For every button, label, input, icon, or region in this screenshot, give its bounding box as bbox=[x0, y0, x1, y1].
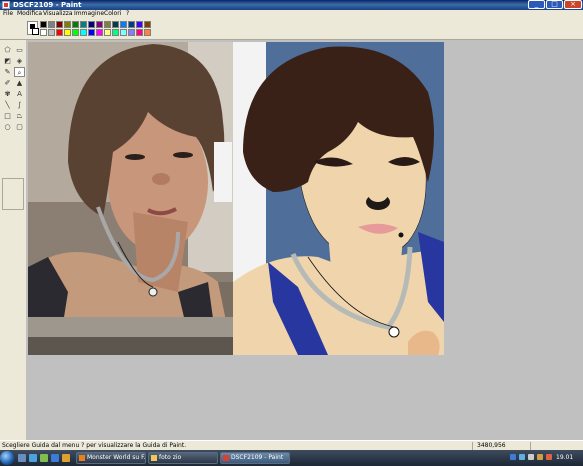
palette-swatch[interactable] bbox=[96, 21, 103, 28]
switch-windows-icon[interactable] bbox=[40, 454, 48, 462]
brush-icon[interactable]: ▲ bbox=[14, 78, 25, 88]
pencil-icon[interactable]: ✐ bbox=[2, 78, 13, 88]
palette-swatch[interactable] bbox=[80, 21, 87, 28]
menu-file[interactable]: File bbox=[3, 10, 13, 18]
palette-swatch[interactable] bbox=[120, 21, 127, 28]
window-title: DSCF2109 - Paint bbox=[13, 1, 82, 9]
palette-swatch[interactable] bbox=[120, 29, 127, 36]
photo-half bbox=[28, 42, 233, 355]
color-palette bbox=[0, 18, 583, 40]
folder-icon bbox=[151, 455, 157, 461]
palette-swatch[interactable] bbox=[72, 21, 79, 28]
palette-swatch[interactable] bbox=[112, 21, 119, 28]
network-icon[interactable] bbox=[519, 454, 525, 460]
palette-swatch[interactable] bbox=[72, 29, 79, 36]
palette-swatch[interactable] bbox=[104, 21, 111, 28]
fill-icon[interactable]: ◈ bbox=[14, 56, 25, 66]
minimize-button[interactable]: _ bbox=[528, 0, 545, 9]
palette-swatch[interactable] bbox=[64, 21, 71, 28]
media-player-icon[interactable] bbox=[51, 454, 59, 462]
menu-help[interactable]: ? bbox=[126, 10, 129, 18]
menu-immagine[interactable]: Immagine bbox=[74, 10, 104, 18]
show-desktop-icon[interactable] bbox=[18, 454, 26, 462]
volume-icon[interactable] bbox=[528, 454, 534, 460]
palette-swatch[interactable] bbox=[136, 21, 143, 28]
palette-swatch[interactable] bbox=[128, 21, 135, 28]
start-button[interactable] bbox=[0, 451, 14, 465]
picker-icon[interactable]: ✎ bbox=[2, 67, 13, 77]
background-color[interactable] bbox=[32, 28, 39, 35]
menu-bar: File Modifica Visualizza Immagine Colori… bbox=[0, 10, 583, 18]
magnifier-icon[interactable]: ⌕ bbox=[14, 67, 25, 77]
palette-swatch[interactable] bbox=[56, 21, 63, 28]
menu-colori[interactable]: Colori bbox=[104, 10, 121, 18]
polygon-icon[interactable]: ⏢ bbox=[14, 111, 25, 121]
palette-swatch[interactable] bbox=[40, 21, 47, 28]
palette-swatch[interactable] bbox=[144, 21, 151, 28]
task-foto-zio[interactable]: foto zio bbox=[148, 452, 218, 464]
text-icon[interactable]: A bbox=[14, 89, 25, 99]
browser-icon bbox=[79, 455, 85, 461]
tray-icon[interactable] bbox=[510, 454, 516, 460]
paint-app-icon[interactable] bbox=[2, 1, 10, 9]
palette-swatch[interactable] bbox=[48, 21, 55, 28]
internet-explorer-icon[interactable] bbox=[29, 454, 37, 462]
free-select-icon[interactable]: ⬠ bbox=[2, 45, 13, 55]
rect-select-icon[interactable]: ▭ bbox=[14, 45, 25, 55]
palette-swatch[interactable] bbox=[88, 29, 95, 36]
paint-icon bbox=[223, 455, 229, 461]
task-paint[interactable]: DSCF2109 - Paint bbox=[220, 452, 290, 464]
status-separator bbox=[530, 442, 531, 450]
eraser-icon[interactable]: ◩ bbox=[2, 56, 13, 66]
palette-swatch[interactable] bbox=[88, 21, 95, 28]
close-button[interactable]: × bbox=[564, 0, 582, 9]
line-icon[interactable]: ╲ bbox=[2, 100, 13, 110]
antivirus-icon[interactable] bbox=[546, 454, 552, 460]
palette-swatch[interactable] bbox=[144, 29, 151, 36]
rounded-rect-icon[interactable]: ▢ bbox=[14, 122, 25, 132]
status-message: Scegliere Guida dal menu ? per visualizz… bbox=[2, 442, 187, 449]
title-bar: DSCF2109 - Paint _ □ × bbox=[0, 0, 583, 10]
airbrush-icon[interactable]: ✾ bbox=[2, 89, 13, 99]
menu-visualizza[interactable]: Visualizza bbox=[43, 10, 73, 18]
toolbox: ⬠ ▭ ◩ ◈ ✎ ⌕ ✐ ▲ ✾ A ╲ ∫ □ ⏢ ○ ▢ bbox=[0, 40, 26, 440]
taskbar-clock[interactable]: 19.01 bbox=[556, 452, 573, 464]
palette-swatch[interactable] bbox=[56, 29, 63, 36]
menu-modifica[interactable]: Modifica bbox=[17, 10, 42, 18]
palette-swatch[interactable] bbox=[48, 29, 55, 36]
drawing-half bbox=[214, 42, 444, 355]
palette-swatch[interactable] bbox=[128, 29, 135, 36]
power-icon[interactable] bbox=[537, 454, 543, 460]
palette-swatch[interactable] bbox=[40, 29, 47, 36]
palette-swatch[interactable] bbox=[80, 29, 87, 36]
cursor-coordinates: 3480,956 bbox=[477, 442, 506, 449]
maximize-button[interactable]: □ bbox=[546, 0, 563, 9]
tool-options-panel[interactable] bbox=[2, 178, 24, 210]
taskbar: Monster World su F... foto zio DSCF2109 … bbox=[0, 450, 583, 466]
palette-swatch[interactable] bbox=[104, 29, 111, 36]
palette-swatch[interactable] bbox=[112, 29, 119, 36]
rectangle-icon[interactable]: □ bbox=[2, 111, 13, 121]
ellipse-icon[interactable]: ○ bbox=[2, 122, 13, 132]
palette-swatch[interactable] bbox=[96, 29, 103, 36]
task-monster-world[interactable]: Monster World su F... bbox=[76, 452, 146, 464]
image-canvas[interactable] bbox=[28, 42, 444, 355]
current-colors[interactable] bbox=[27, 21, 39, 35]
curve-icon[interactable]: ∫ bbox=[14, 100, 25, 110]
messenger-icon[interactable] bbox=[62, 454, 70, 462]
palette-swatch[interactable] bbox=[136, 29, 143, 36]
palette-swatch[interactable] bbox=[64, 29, 71, 36]
status-separator bbox=[472, 442, 473, 450]
